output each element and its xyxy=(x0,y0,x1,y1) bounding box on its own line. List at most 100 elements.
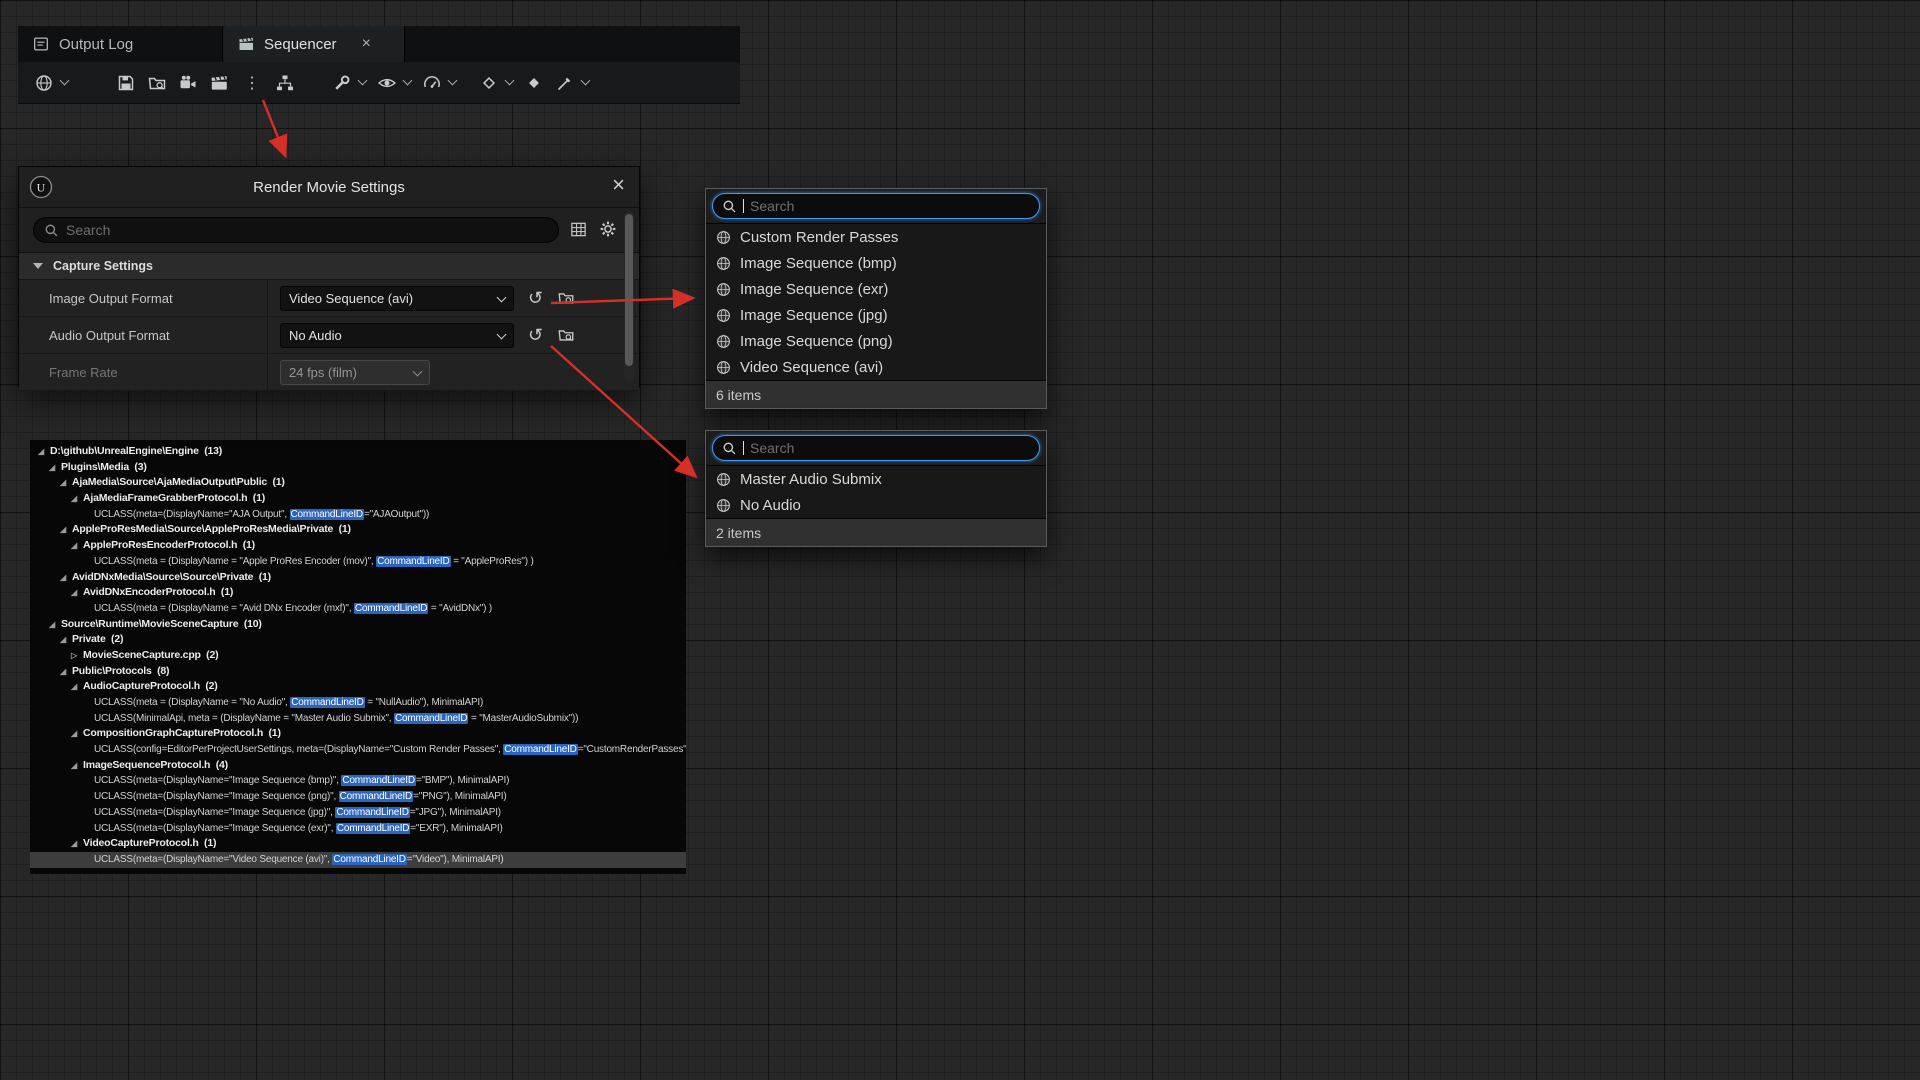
tree-node[interactable]: ◢AjaMedia\Source\AjaMediaOutput\Public (… xyxy=(30,475,686,491)
setting-label: Image Output Format xyxy=(19,291,267,306)
audio-output-format-dropdown[interactable]: No Audio xyxy=(280,323,514,348)
settings-gear-icon[interactable] xyxy=(598,219,618,239)
search-highlight: CommandLineID xyxy=(341,775,415,786)
playback-speed-icon xyxy=(422,73,442,93)
result-line[interactable]: UCLASS(meta = (DisplayName = "No Audio",… xyxy=(30,695,686,711)
hierarchy-button[interactable] xyxy=(273,71,297,95)
expanded-triangle-icon: ◢ xyxy=(71,726,83,742)
line-text: Plugins\Media (3) xyxy=(61,461,147,473)
use-selected-asset-icon[interactable]: ↺ xyxy=(528,289,543,307)
browse-asset-icon[interactable] xyxy=(557,326,575,344)
tree-node[interactable]: ▷MovieSceneCapture.cpp (2) xyxy=(30,648,686,664)
tab-sequencer[interactable]: Sequencer × xyxy=(223,26,405,62)
world-options-button[interactable] xyxy=(32,71,70,95)
search-highlight: CommandLineID xyxy=(376,556,450,567)
expanded-triangle-icon: ◢ xyxy=(60,475,72,491)
capture-settings-section-header[interactable]: Capture Settings xyxy=(19,252,639,280)
tree-node[interactable]: ◢AvidDNxEncoderProtocol.h (1) xyxy=(30,585,686,601)
list-item[interactable]: Image Sequence (exr) xyxy=(706,276,1046,302)
tree-node[interactable]: ◢AjaMediaFrameGrabberProtocol.h (1) xyxy=(30,491,686,507)
result-line[interactable]: UCLASS(meta=(DisplayName="AJA Output", C… xyxy=(30,507,686,523)
list-item[interactable]: Video Sequence (avi) xyxy=(706,354,1046,380)
search-icon xyxy=(44,223,59,238)
tree-node[interactable]: ◢ImageSequenceProtocol.h (4) xyxy=(30,758,686,774)
list-item[interactable]: Image Sequence (jpg) xyxy=(706,302,1046,328)
scrollbar-thumb[interactable] xyxy=(625,214,633,366)
tree-node[interactable]: ◢AppleProResEncoderProtocol.h (1) xyxy=(30,538,686,554)
search-input[interactable]: Search xyxy=(712,435,1040,461)
result-line[interactable]: UCLASS(meta=(DisplayName="Image Sequence… xyxy=(30,773,686,789)
search-input[interactable]: Search xyxy=(33,217,559,243)
tree-node[interactable]: ◢Plugins\Media (3) xyxy=(30,460,686,476)
output-log-icon xyxy=(32,35,50,53)
render-movie-button[interactable] xyxy=(207,71,231,95)
tree-node[interactable]: ◢Source\Runtime\MovieSceneCapture (10) xyxy=(30,617,686,633)
search-placeholder: Search xyxy=(66,222,110,238)
expanded-triangle-icon: ◢ xyxy=(71,585,83,601)
close-dialog-icon[interactable]: × xyxy=(612,173,625,197)
view-options-button[interactable] xyxy=(375,71,413,95)
list-item[interactable]: Custom Render Passes xyxy=(706,224,1046,250)
result-line[interactable]: UCLASS(MinimalApi, meta = (DisplayName =… xyxy=(30,711,686,727)
line-text: AjaMedia\Source\AjaMediaOutput\Public (1… xyxy=(72,476,285,488)
line-text: Public\Protocols (8) xyxy=(72,665,169,677)
tree-node[interactable]: ◢AppleProResMedia\Source\AppleProResMedi… xyxy=(30,522,686,538)
save-button[interactable] xyxy=(114,71,138,95)
line-text: UCLASS(meta = (DisplayName = "Apple ProR… xyxy=(94,556,534,567)
expanded-triangle-icon: ◢ xyxy=(38,444,50,460)
render-movie-settings-dialog: U Render Movie Settings × Search Capture… xyxy=(18,166,640,387)
tree-node[interactable]: ◢AvidDNxMedia\Source\Source\Private (1) xyxy=(30,570,686,586)
tab-output-log[interactable]: Output Log xyxy=(18,26,223,62)
tree-node[interactable]: ◢VideoCaptureProtocol.h (1) xyxy=(30,836,686,852)
result-line[interactable]: UCLASS(meta=(DisplayName="Image Sequence… xyxy=(30,805,686,821)
browse-asset-icon[interactable] xyxy=(557,289,575,307)
result-line[interactable]: UCLASS(meta=(DisplayName="Image Sequence… xyxy=(30,821,686,837)
playback-options-button[interactable] xyxy=(420,71,458,95)
tree-node[interactable]: ◢D:\github\UnrealEngine\Engine (13) xyxy=(30,444,686,460)
keying-options-button[interactable] xyxy=(477,71,515,95)
svg-text:U: U xyxy=(37,180,46,194)
tree-node[interactable]: ◢Private (2) xyxy=(30,632,686,648)
line-text: UCLASS(meta=(DisplayName="Video Sequence… xyxy=(94,854,504,865)
expanded-triangle-icon: ◢ xyxy=(71,538,83,554)
list-item[interactable]: Master Audio Submix xyxy=(706,466,1046,492)
line-text: CompositionGraphCaptureProtocol.h (1) xyxy=(83,727,281,739)
result-line[interactable]: UCLASS(meta = (DisplayName = "Avid DNx E… xyxy=(30,601,686,617)
list-item[interactable]: Image Sequence (bmp) xyxy=(706,250,1046,276)
tree-node[interactable]: ◢AudioCaptureProtocol.h (2) xyxy=(30,679,686,695)
result-line[interactable]: UCLASS(config=EditorPerProjectUserSettin… xyxy=(30,742,686,758)
sequencer-toolbar: ⋮ xyxy=(18,62,740,103)
asset-class-icon xyxy=(716,498,731,513)
list-item[interactable]: Image Sequence (png) xyxy=(706,328,1046,354)
settings-grid-icon[interactable] xyxy=(569,220,588,239)
use-selected-asset-icon[interactable]: ↺ xyxy=(528,326,543,344)
tree-node[interactable]: ◢CompositionGraphCaptureProtocol.h (1) xyxy=(30,726,686,742)
asset-class-icon xyxy=(716,230,731,245)
dialog-title-bar[interactable]: U Render Movie Settings × xyxy=(19,167,639,208)
search-highlight: CommandLineID xyxy=(332,854,406,865)
result-line[interactable]: UCLASS(meta=(DisplayName="Image Sequence… xyxy=(30,789,686,805)
search-input[interactable]: Search xyxy=(712,193,1040,219)
auto-key-button[interactable] xyxy=(522,71,546,95)
save-icon xyxy=(116,73,136,93)
audio-output-format-row: Audio Output Format No Audio ↺ xyxy=(19,317,639,354)
expanded-triangle-icon: ◢ xyxy=(60,522,72,538)
image-output-format-dropdown[interactable]: Video Sequence (avi) xyxy=(280,286,514,311)
more-options-button[interactable]: ⋮ xyxy=(238,71,266,95)
create-camera-button[interactable] xyxy=(176,71,200,95)
line-text: AppleProResEncoderProtocol.h (1) xyxy=(83,539,255,551)
curve-options-button[interactable] xyxy=(553,71,591,95)
list-item-label: No Audio xyxy=(740,497,801,514)
result-line[interactable]: UCLASS(meta=(DisplayName="Video Sequence… xyxy=(30,852,686,868)
asset-class-icon xyxy=(716,360,731,375)
dialog-scrollbar[interactable] xyxy=(624,211,634,381)
diamond-filled-icon xyxy=(524,73,544,93)
close-tab-icon[interactable]: × xyxy=(362,36,371,52)
result-line[interactable]: UCLASS(meta = (DisplayName = "Apple ProR… xyxy=(30,554,686,570)
expanded-triangle-icon: ◢ xyxy=(71,836,83,852)
find-in-content-browser-button[interactable] xyxy=(145,71,169,95)
search-highlight: CommandLineID xyxy=(290,509,364,520)
actions-button[interactable] xyxy=(330,71,368,95)
tree-node[interactable]: ◢Public\Protocols (8) xyxy=(30,664,686,680)
list-item[interactable]: No Audio xyxy=(706,492,1046,518)
